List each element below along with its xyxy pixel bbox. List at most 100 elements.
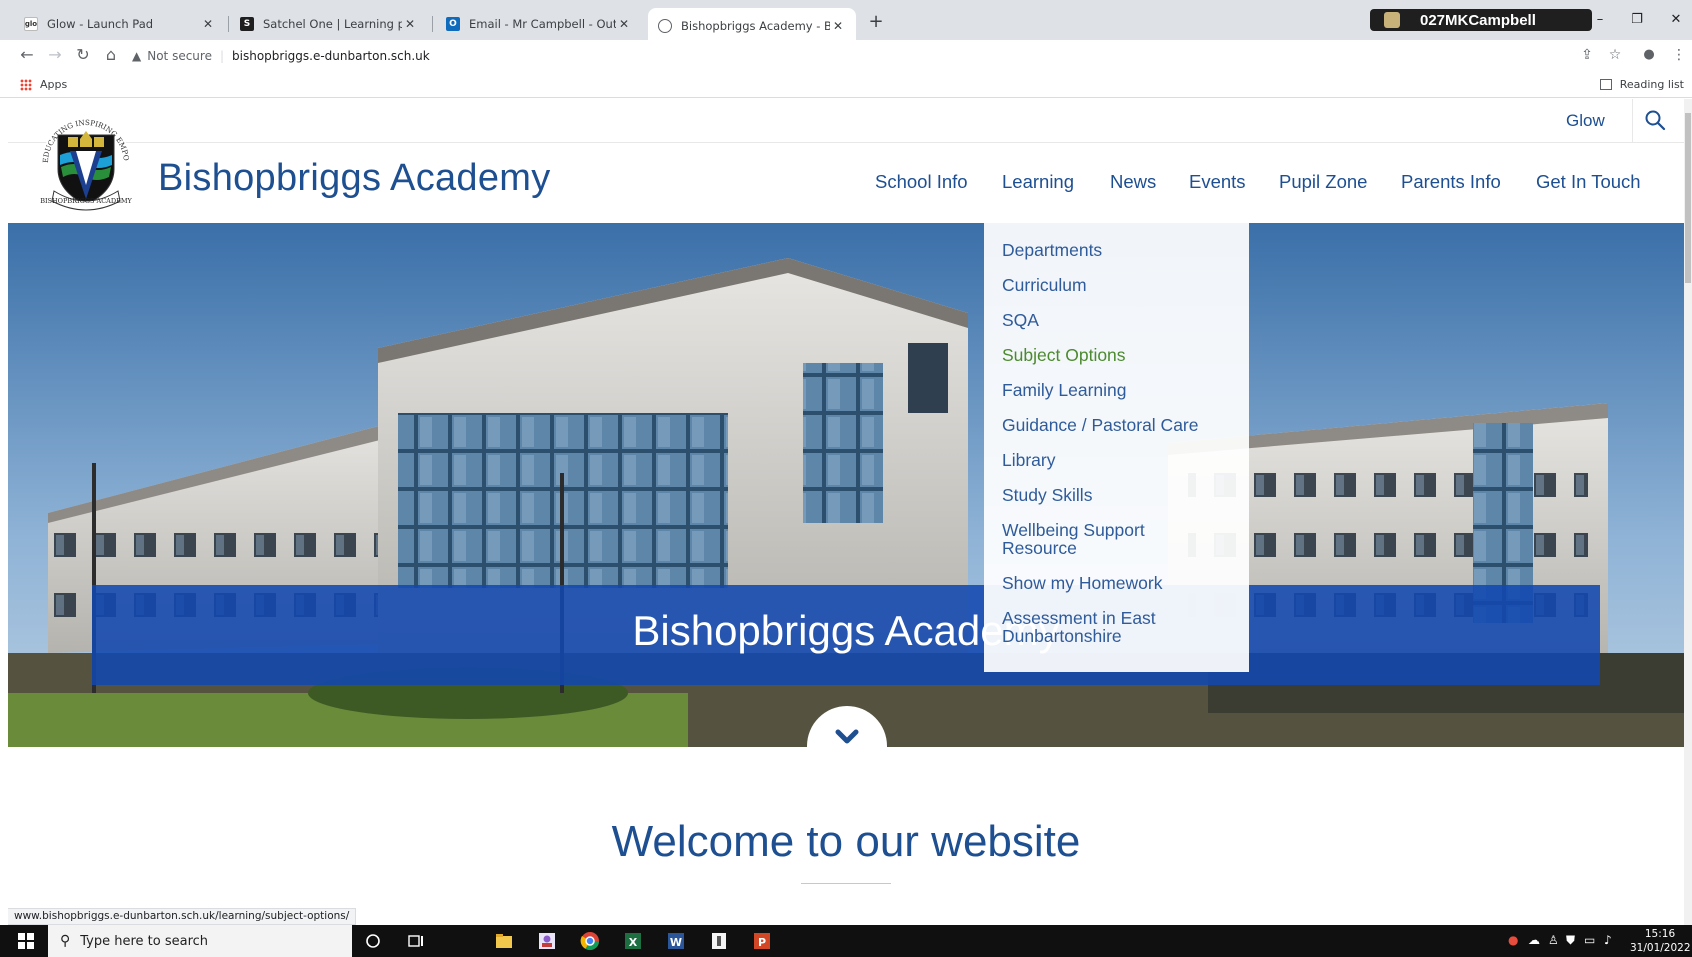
dropdown-item-assessment[interactable]: Assessment in East Dunbartonshire [1002, 609, 1182, 645]
glow-link[interactable]: Glow [1566, 111, 1605, 131]
hero-banner: Bishopbriggs Academy [92, 585, 1600, 685]
home-icon[interactable]: ⌂ [100, 44, 122, 66]
word-icon[interactable]: W [666, 931, 686, 951]
tab-glow[interactable]: glo Glow - Launch Pad ✕ [14, 8, 226, 40]
page-scrollbar[interactable] [1684, 99, 1692, 925]
reading-list-icon [1599, 79, 1612, 90]
dropdown-item-family-learning[interactable]: Family Learning [1002, 381, 1232, 399]
antivirus-tray-icon[interactable]: ● [1508, 933, 1518, 947]
profile-name: 027MKCampbell [1420, 11, 1536, 29]
tab-title: Satchel One | Learning platform [263, 17, 402, 31]
web-page: Glow EDUCATING INSPIRING EMPOWERING BISH… [8, 99, 1684, 925]
contacts-app-icon[interactable] [537, 931, 557, 951]
new-tab-button[interactable]: + [866, 12, 886, 32]
search-icon: ⚲ [60, 933, 71, 949]
svg-text:X: X [629, 936, 638, 949]
tab-bishopbriggs[interactable]: Bishopbriggs Academy - Bishopbr ✕ [648, 8, 856, 44]
minimize-icon[interactable]: – [1590, 12, 1610, 27]
browser-toolbar: ← → ↻ ⌂ ▲ Not secure | bishopbriggs.e-du… [0, 40, 1692, 70]
apps-label: Apps [40, 78, 68, 91]
address-bar[interactable]: ▲ Not secure | bishopbriggs.e-dunbarton.… [132, 44, 1612, 68]
svg-text:W: W [670, 936, 682, 949]
svg-text:P: P [758, 936, 766, 949]
security-tray-icon[interactable]: ⛊ [1566, 933, 1575, 948]
dropdown-item-subject-options[interactable]: Subject Options [1002, 346, 1232, 364]
security-label[interactable]: Not secure [147, 49, 212, 63]
url-text[interactable]: bishopbriggs.e-dunbarton.sch.uk [232, 49, 430, 63]
file-explorer-icon[interactable] [494, 931, 514, 951]
profile-icon[interactable]: ● [1638, 44, 1660, 66]
tab-title: Bishopbriggs Academy - Bishopbr [681, 19, 830, 33]
dropdown-item-study-skills[interactable]: Study Skills [1002, 486, 1232, 504]
reading-list-label: Reading list [1619, 78, 1684, 91]
hero-section: Bishopbriggs Academy [8, 223, 1684, 747]
reload-icon[interactable]: ↻ [72, 44, 94, 66]
dropdown-item-curriculum[interactable]: Curriculum [1002, 276, 1232, 294]
powerpoint-icon[interactable]: P [752, 931, 772, 951]
link-status-bubble: www.bishopbriggs.e-dunbarton.sch.uk/lear… [8, 908, 357, 925]
close-tab-icon[interactable]: ✕ [402, 17, 418, 31]
taskbar-search-box[interactable]: ⚲ Type here to search [48, 925, 352, 957]
user-tray-icon[interactable]: ♙ [1548, 933, 1559, 947]
welcome-heading: Welcome to our website [611, 817, 1081, 866]
onedrive-tray-icon[interactable]: ☁ [1528, 933, 1540, 947]
nav-parents-info[interactable]: Parents Info [1401, 171, 1501, 193]
share-icon[interactable]: ⇪ [1576, 44, 1598, 66]
nav-news[interactable]: News [1110, 171, 1156, 193]
menu-kebab-icon[interactable]: ⋮ [1668, 44, 1690, 66]
close-window-icon[interactable]: ✕ [1666, 12, 1686, 27]
nav-get-in-touch[interactable]: Get In Touch [1536, 171, 1641, 193]
tab-separator [228, 16, 229, 32]
tab-satchel[interactable]: S Satchel One | Learning platform ✕ [230, 8, 428, 40]
forward-icon[interactable]: → [44, 44, 66, 66]
address-separator: | [219, 49, 225, 63]
back-icon[interactable]: ← [16, 44, 38, 66]
restore-icon[interactable]: ❐ [1627, 12, 1647, 27]
nav-pupil-zone[interactable]: Pupil Zone [1279, 171, 1367, 193]
dropdown-item-show-my-homework[interactable]: Show my Homework [1002, 574, 1232, 592]
close-tab-icon[interactable]: ✕ [830, 19, 846, 33]
network-tray-icon[interactable]: ▭ [1584, 933, 1595, 947]
bookmark-star-icon[interactable]: ☆ [1604, 44, 1626, 66]
school-crest-logo[interactable]: EDUCATING INSPIRING EMPOWERING BISHOPBRI… [34, 107, 138, 211]
close-tab-icon[interactable]: ✕ [616, 17, 632, 31]
chevron-down-icon [835, 729, 859, 744]
svg-text:BISHOPBRIGGS ACADEMY: BISHOPBRIGGS ACADEMY [40, 197, 132, 205]
excel-icon[interactable]: X [623, 931, 643, 951]
close-tab-icon[interactable]: ✕ [200, 17, 216, 31]
heading-underline [801, 883, 891, 884]
nav-learning[interactable]: Learning [1002, 171, 1074, 193]
notes-app-icon[interactable] [709, 931, 729, 951]
nav-events[interactable]: Events [1189, 171, 1246, 193]
tab-separator [432, 16, 433, 32]
tab-strip: glo Glow - Launch Pad ✕ S Satchel One | … [0, 0, 1692, 44]
apps-grid-icon [20, 78, 32, 91]
outlook-icon: O [446, 17, 460, 31]
dropdown-item-library[interactable]: Library [1002, 451, 1232, 469]
windows-taskbar: ⚲ Type here to search X W P ● ☁ ♙ ⛊ ▭ ♪ … [0, 925, 1692, 957]
volume-tray-icon[interactable]: ♪ [1604, 933, 1612, 947]
task-view-icon[interactable] [406, 931, 426, 951]
windows-start-icon[interactable] [18, 933, 34, 949]
dropdown-item-departments[interactable]: Departments [1002, 241, 1232, 259]
nav-school-info[interactable]: School Info [875, 171, 968, 193]
tab-title: Email - Mr Campbell - Outlook [469, 17, 616, 31]
utility-bar [8, 99, 1684, 143]
chrome-icon[interactable] [580, 931, 600, 951]
satchel-icon: S [240, 17, 254, 31]
profile-avatar-icon [1384, 12, 1400, 28]
dropdown-item-guidance[interactable]: Guidance / Pastoral Care [1002, 416, 1232, 434]
apps-bookmark[interactable]: Apps [20, 78, 67, 91]
profile-badge[interactable]: 027MKCampbell [1370, 9, 1592, 31]
scrollbar-thumb[interactable] [1685, 113, 1691, 283]
reading-list-button[interactable]: Reading list [1599, 78, 1684, 91]
dropdown-item-sqa[interactable]: SQA [1002, 311, 1232, 329]
taskbar-clock[interactable]: 15:16 31/01/2022 [1630, 927, 1691, 955]
tab-title: Glow - Launch Pad [47, 17, 154, 31]
tab-outlook[interactable]: O Email - Mr Campbell - Outlook ✕ [436, 8, 642, 40]
dropdown-item-wellbeing[interactable]: Wellbeing Support Resource [1002, 521, 1182, 557]
cortana-icon[interactable] [363, 931, 383, 951]
utility-divider [1632, 99, 1633, 143]
site-title[interactable]: Bishopbriggs Academy [158, 157, 551, 200]
search-icon[interactable] [1644, 109, 1666, 131]
